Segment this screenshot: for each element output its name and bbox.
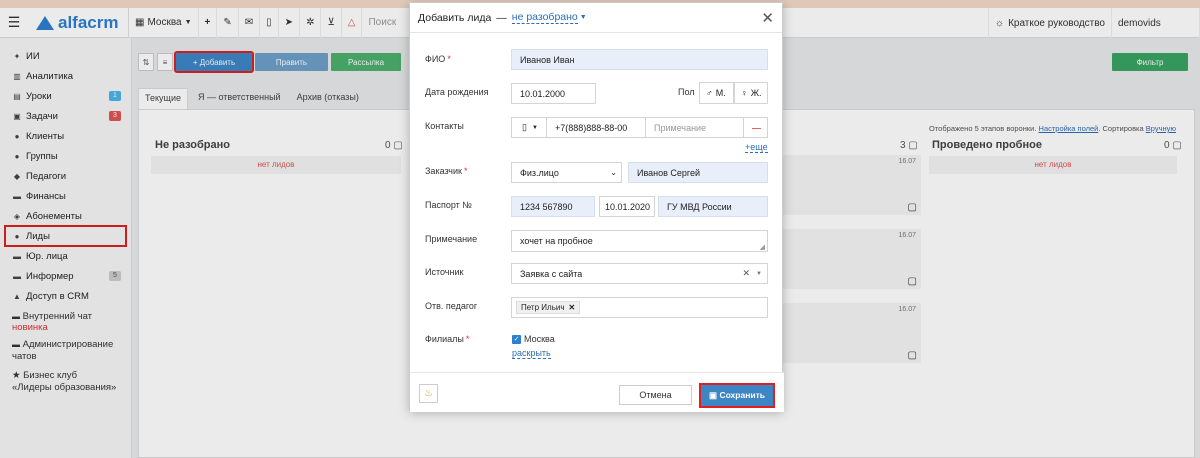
remove-contact-button[interactable]: — <box>743 117 768 138</box>
dob-label: Дата рождения <box>425 87 489 97</box>
teacher-label: Отв. педагог <box>425 301 478 311</box>
save-icon: ▣ <box>709 390 718 400</box>
gender-female-button[interactable]: ♀ Ж. <box>734 82 768 104</box>
clean-button[interactable]: ♨ <box>419 384 438 403</box>
save-label: Сохранить <box>719 390 765 400</box>
gender-label: Пол <box>678 87 695 97</box>
phone-icon: ▯ <box>522 122 527 132</box>
passport-label: Паспорт № <box>425 200 472 210</box>
passport-number-input[interactable]: 1234 567890 <box>511 196 595 217</box>
cancel-button[interactable]: Отмена <box>619 385 692 405</box>
save-button[interactable]: ▣ Сохранить <box>699 383 775 408</box>
caret-down-icon: ▼ <box>531 124 538 131</box>
modal-footer: ♨ Отмена ▣ Сохранить <box>410 372 784 412</box>
caret-down-icon: ▼ <box>579 14 587 21</box>
female-icon: ♀ <box>741 88 748 98</box>
resize-handle-icon[interactable]: ◢ <box>760 243 765 251</box>
branch-name: Москва <box>524 334 555 344</box>
caret-down-icon: ▼ <box>756 270 762 277</box>
remove-tag-icon[interactable]: ✕ <box>569 303 576 312</box>
checkbox-checked-icon[interactable]: ✓ <box>512 334 521 344</box>
phone-input[interactable]: +7(888)888-88-00 <box>546 117 646 138</box>
dob-input[interactable]: 10.01.2000 <box>511 83 596 104</box>
gender-male-button[interactable]: ♂ М. <box>699 82 734 104</box>
branch-checkbox-row[interactable]: ✓ Москва <box>512 334 555 344</box>
source-label: Источник <box>425 267 464 277</box>
passport-date-input[interactable]: 10.01.2020 <box>599 196 655 217</box>
modal-header: Добавить лида — не разобрано ▼ <box>410 3 782 33</box>
customer-label: Заказчик * <box>425 166 468 176</box>
contact-type-select[interactable]: ▯ ▼ <box>511 117 547 138</box>
status-dropdown[interactable]: не разобрано <box>511 11 578 24</box>
expand-branches-link[interactable]: раскрыть <box>512 348 551 359</box>
close-icon[interactable]: ✕ <box>761 9 774 27</box>
modal-title: Добавить лида <box>418 11 492 24</box>
phone-note-input[interactable]: Примечание <box>645 117 744 138</box>
branches-label: Филиалы * <box>425 334 470 344</box>
source-select[interactable]: Заявка с сайта ✕ ▼ <box>511 263 768 284</box>
modal-title-dash: — <box>496 11 507 24</box>
male-icon: ♂ <box>706 88 713 98</box>
note-label: Примечание <box>425 234 478 244</box>
note-textarea[interactable]: хочет на пробное ◢ <box>511 230 768 252</box>
chevron-down-icon: ⌄ <box>610 168 617 177</box>
fio-input[interactable]: Иванов Иван <box>511 49 768 70</box>
teacher-tag[interactable]: Петр Ильич ✕ <box>516 301 581 314</box>
clear-icon[interactable]: ✕ <box>742 268 750 279</box>
customer-type-select[interactable]: Физ.лицо ⌄ <box>511 162 622 183</box>
customer-name-input[interactable]: Иванов Сергей <box>628 162 768 183</box>
fio-label: ФИО * <box>425 54 451 64</box>
add-contact-link[interactable]: +еще <box>745 142 768 153</box>
passport-issuer-input[interactable]: ГУ МВД России <box>658 196 768 217</box>
contacts-label: Контакты <box>425 121 464 131</box>
teacher-multiselect[interactable]: Петр Ильич ✕ <box>511 297 768 318</box>
add-lead-modal: Добавить лида — не разобрано ▼ ✕ ФИО * Ив… <box>409 2 784 412</box>
